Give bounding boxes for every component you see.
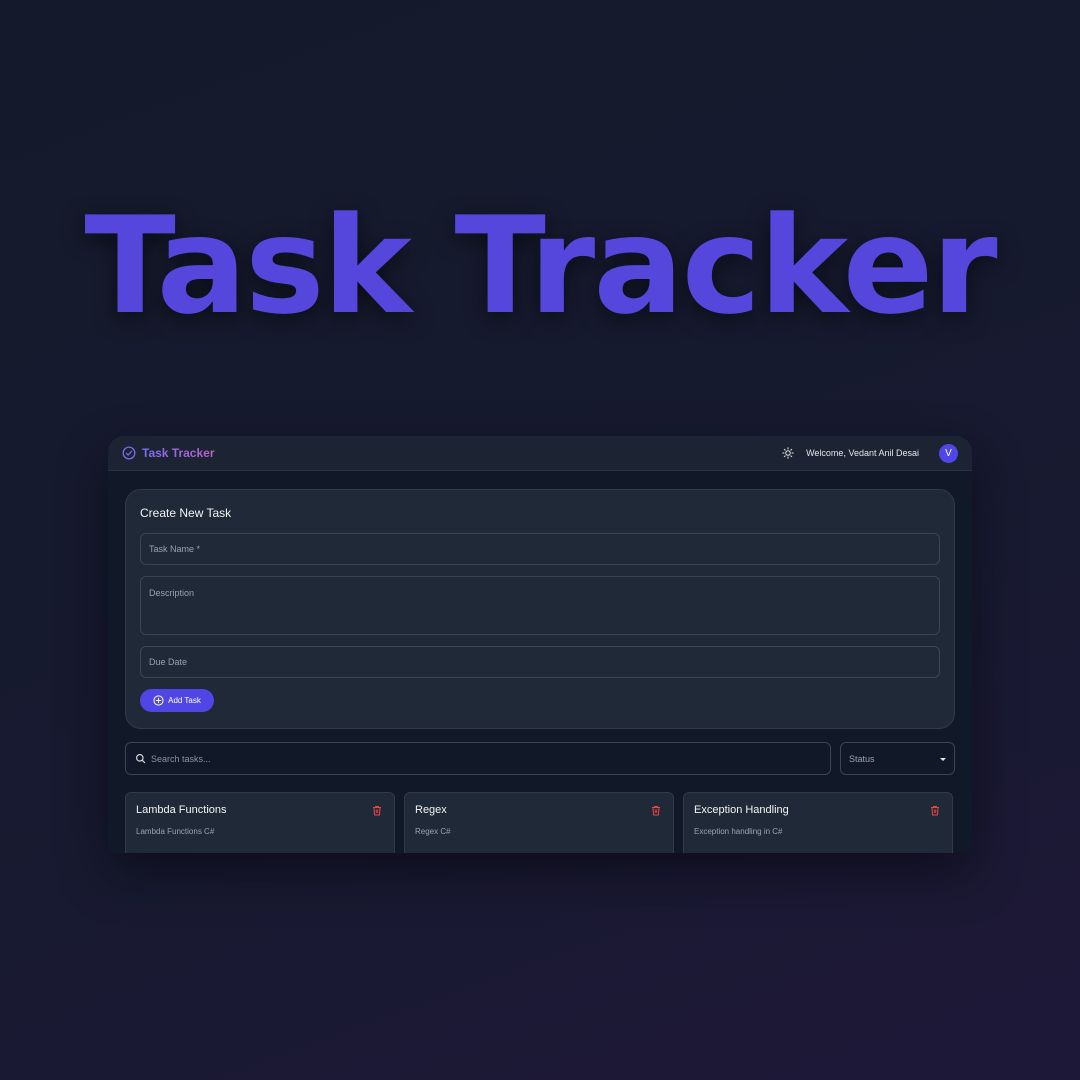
description-input[interactable]: Description [140, 576, 940, 635]
add-task-button[interactable]: Add Task [140, 689, 214, 712]
avatar[interactable]: V [939, 443, 958, 463]
search-placeholder: Search tasks... [151, 753, 211, 764]
sun-icon[interactable] [782, 447, 794, 459]
welcome-text: Welcome, Vedant Anil Desai [806, 448, 919, 458]
task-card: Lambda Functions Lambda Functions C# [125, 792, 395, 853]
task-description: Lambda Functions C# [136, 827, 215, 836]
app-window: Task Tracker Welcome, Vedant Anil Desai … [108, 436, 972, 853]
check-circle-icon [122, 446, 136, 460]
task-title: Regex [415, 804, 447, 816]
plus-circle-icon [153, 695, 164, 706]
nav-right: Welcome, Vedant Anil Desai V [782, 443, 958, 463]
chevron-down-icon [940, 758, 946, 761]
task-title: Lambda Functions [136, 804, 227, 816]
hero-title: Task Tracker [84, 188, 997, 344]
task-description: Regex C# [415, 827, 451, 836]
search-icon [136, 754, 146, 764]
task-card: Exception Handling Exception handling in… [683, 792, 953, 853]
search-input[interactable]: Search tasks... [125, 742, 831, 775]
status-label: Status [849, 753, 875, 764]
navbar: Task Tracker Welcome, Vedant Anil Desai … [108, 436, 972, 471]
due-date-placeholder: Due Date [149, 657, 188, 667]
main-content: Create New Task Task Name * Description … [108, 471, 972, 853]
create-task-card: Create New Task Task Name * Description … [125, 489, 955, 729]
trash-icon[interactable] [930, 805, 940, 816]
status-select[interactable]: Status [840, 742, 955, 775]
task-description: Exception handling in C# [694, 827, 783, 836]
task-name-placeholder: Task Name * [149, 544, 201, 554]
due-date-input[interactable]: Due Date [140, 646, 940, 678]
add-task-label: Add Task [168, 696, 201, 705]
filter-row: Search tasks... Status [125, 742, 955, 775]
trash-icon[interactable] [372, 805, 382, 816]
task-card: Regex Regex C# [404, 792, 674, 853]
description-placeholder: Description [149, 588, 195, 598]
create-task-heading: Create New Task [140, 506, 232, 520]
task-list: Lambda Functions Lambda Functions C# Reg… [125, 792, 955, 853]
task-title: Exception Handling [694, 804, 789, 816]
task-name-input[interactable]: Task Name * [140, 533, 940, 565]
trash-icon[interactable] [651, 805, 661, 816]
brand-title[interactable]: Task Tracker [142, 446, 215, 460]
